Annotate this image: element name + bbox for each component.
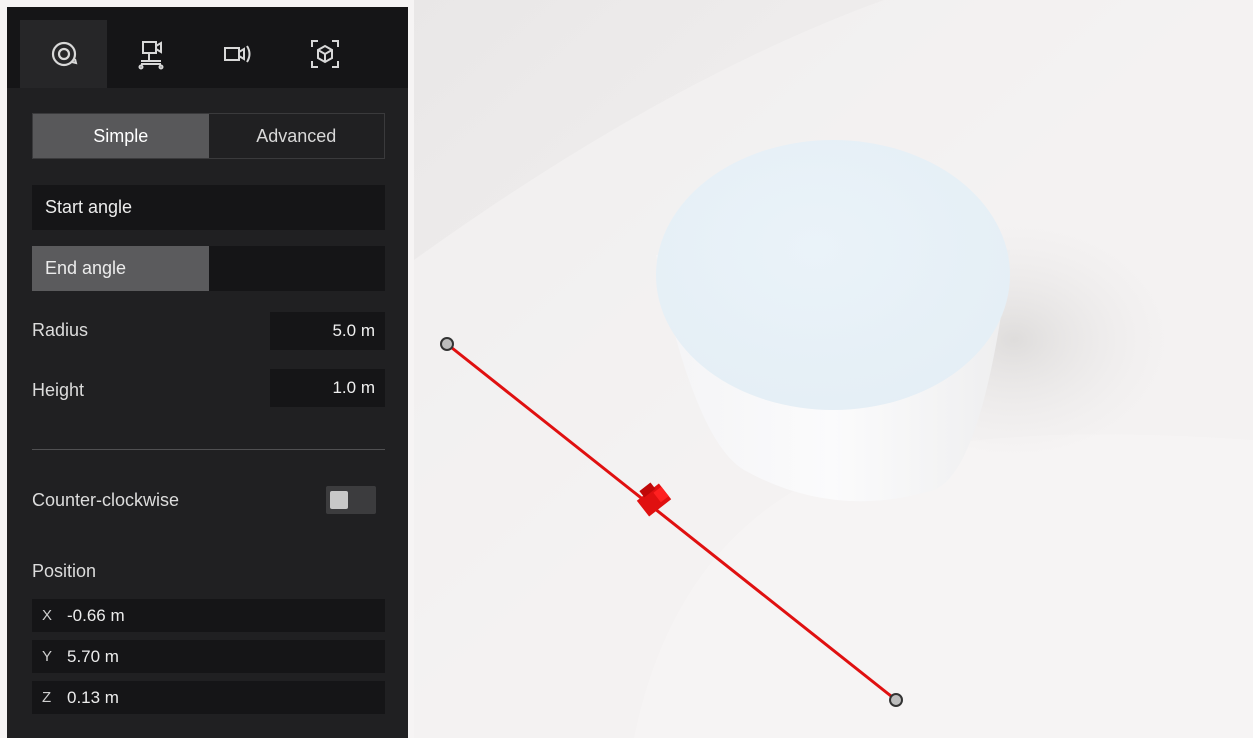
end-angle-slider[interactable]: End angle <box>32 246 385 291</box>
position-x-input[interactable]: X -0.66 m <box>32 599 385 632</box>
orbit-settings-panel: Simple Advanced Start angle End angle Ra… <box>7 7 408 738</box>
path-start-handle[interactable] <box>440 337 454 351</box>
counter-clockwise-label: Counter-clockwise <box>32 490 180 510</box>
start-angle-slider[interactable]: Start angle <box>32 185 385 230</box>
y-axis-label: Y <box>42 648 53 665</box>
z-value: 0.13 m <box>67 688 119 707</box>
mode-toggle: Simple Advanced <box>32 113 385 159</box>
counter-clockwise-toggle[interactable] <box>326 486 376 514</box>
rotate-orbit-icon <box>51 41 77 67</box>
path-end-handle[interactable] <box>889 693 903 707</box>
start-angle-label: Start angle <box>45 197 133 217</box>
simple-mode-button[interactable]: Simple <box>33 114 209 158</box>
position-z-input[interactable]: Z 0.13 m <box>32 681 385 714</box>
tab-camera-tripod[interactable] <box>107 20 194 88</box>
tool-tabs <box>7 7 408 88</box>
position-y-input[interactable]: Y 5.70 m <box>32 640 385 673</box>
tab-orbit[interactable] <box>20 20 107 88</box>
toggle-knob <box>330 491 348 509</box>
3d-viewport[interactable] <box>414 0 1253 738</box>
3d-cube-icon <box>310 40 339 68</box>
radius-label: Radius <box>32 320 89 340</box>
video-camera-icon <box>223 45 250 63</box>
end-angle-label: End angle <box>45 258 127 278</box>
x-axis-label: X <box>42 607 53 624</box>
height-input[interactable]: 1.0 m <box>270 369 385 407</box>
x-value: -0.66 m <box>67 606 125 625</box>
tab-3d-object[interactable] <box>281 20 368 88</box>
height-label: Height <box>32 380 85 400</box>
position-label: Position <box>32 561 97 581</box>
tab-video-camera[interactable] <box>194 20 281 88</box>
z-axis-label: Z <box>42 689 52 706</box>
camera-on-tripod-icon <box>138 41 163 70</box>
advanced-mode-button[interactable]: Advanced <box>209 114 385 158</box>
divider <box>32 449 385 450</box>
y-value: 5.70 m <box>67 647 119 666</box>
cylinder-top <box>656 140 1010 410</box>
radius-input[interactable]: 5.0 m <box>270 312 385 350</box>
